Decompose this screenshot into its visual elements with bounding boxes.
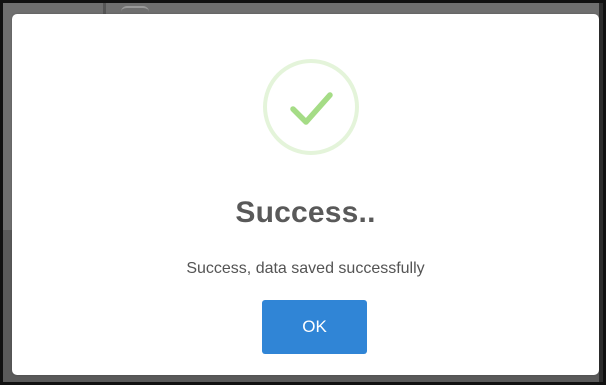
checkmark-icon: [290, 92, 333, 125]
success-dialog: Success.. Success, data saved successful…: [12, 14, 599, 375]
screen-frame: Success.. Success, data saved successful…: [0, 0, 606, 385]
backdrop-edge: [599, 3, 603, 382]
background-icon-fragment: [121, 6, 149, 14]
dialog-title: Success..: [235, 196, 376, 229]
dialog-message: Success, data saved successfully: [186, 260, 425, 277]
ok-button[interactable]: OK: [262, 300, 367, 354]
success-checkmark-icon: [263, 59, 359, 155]
